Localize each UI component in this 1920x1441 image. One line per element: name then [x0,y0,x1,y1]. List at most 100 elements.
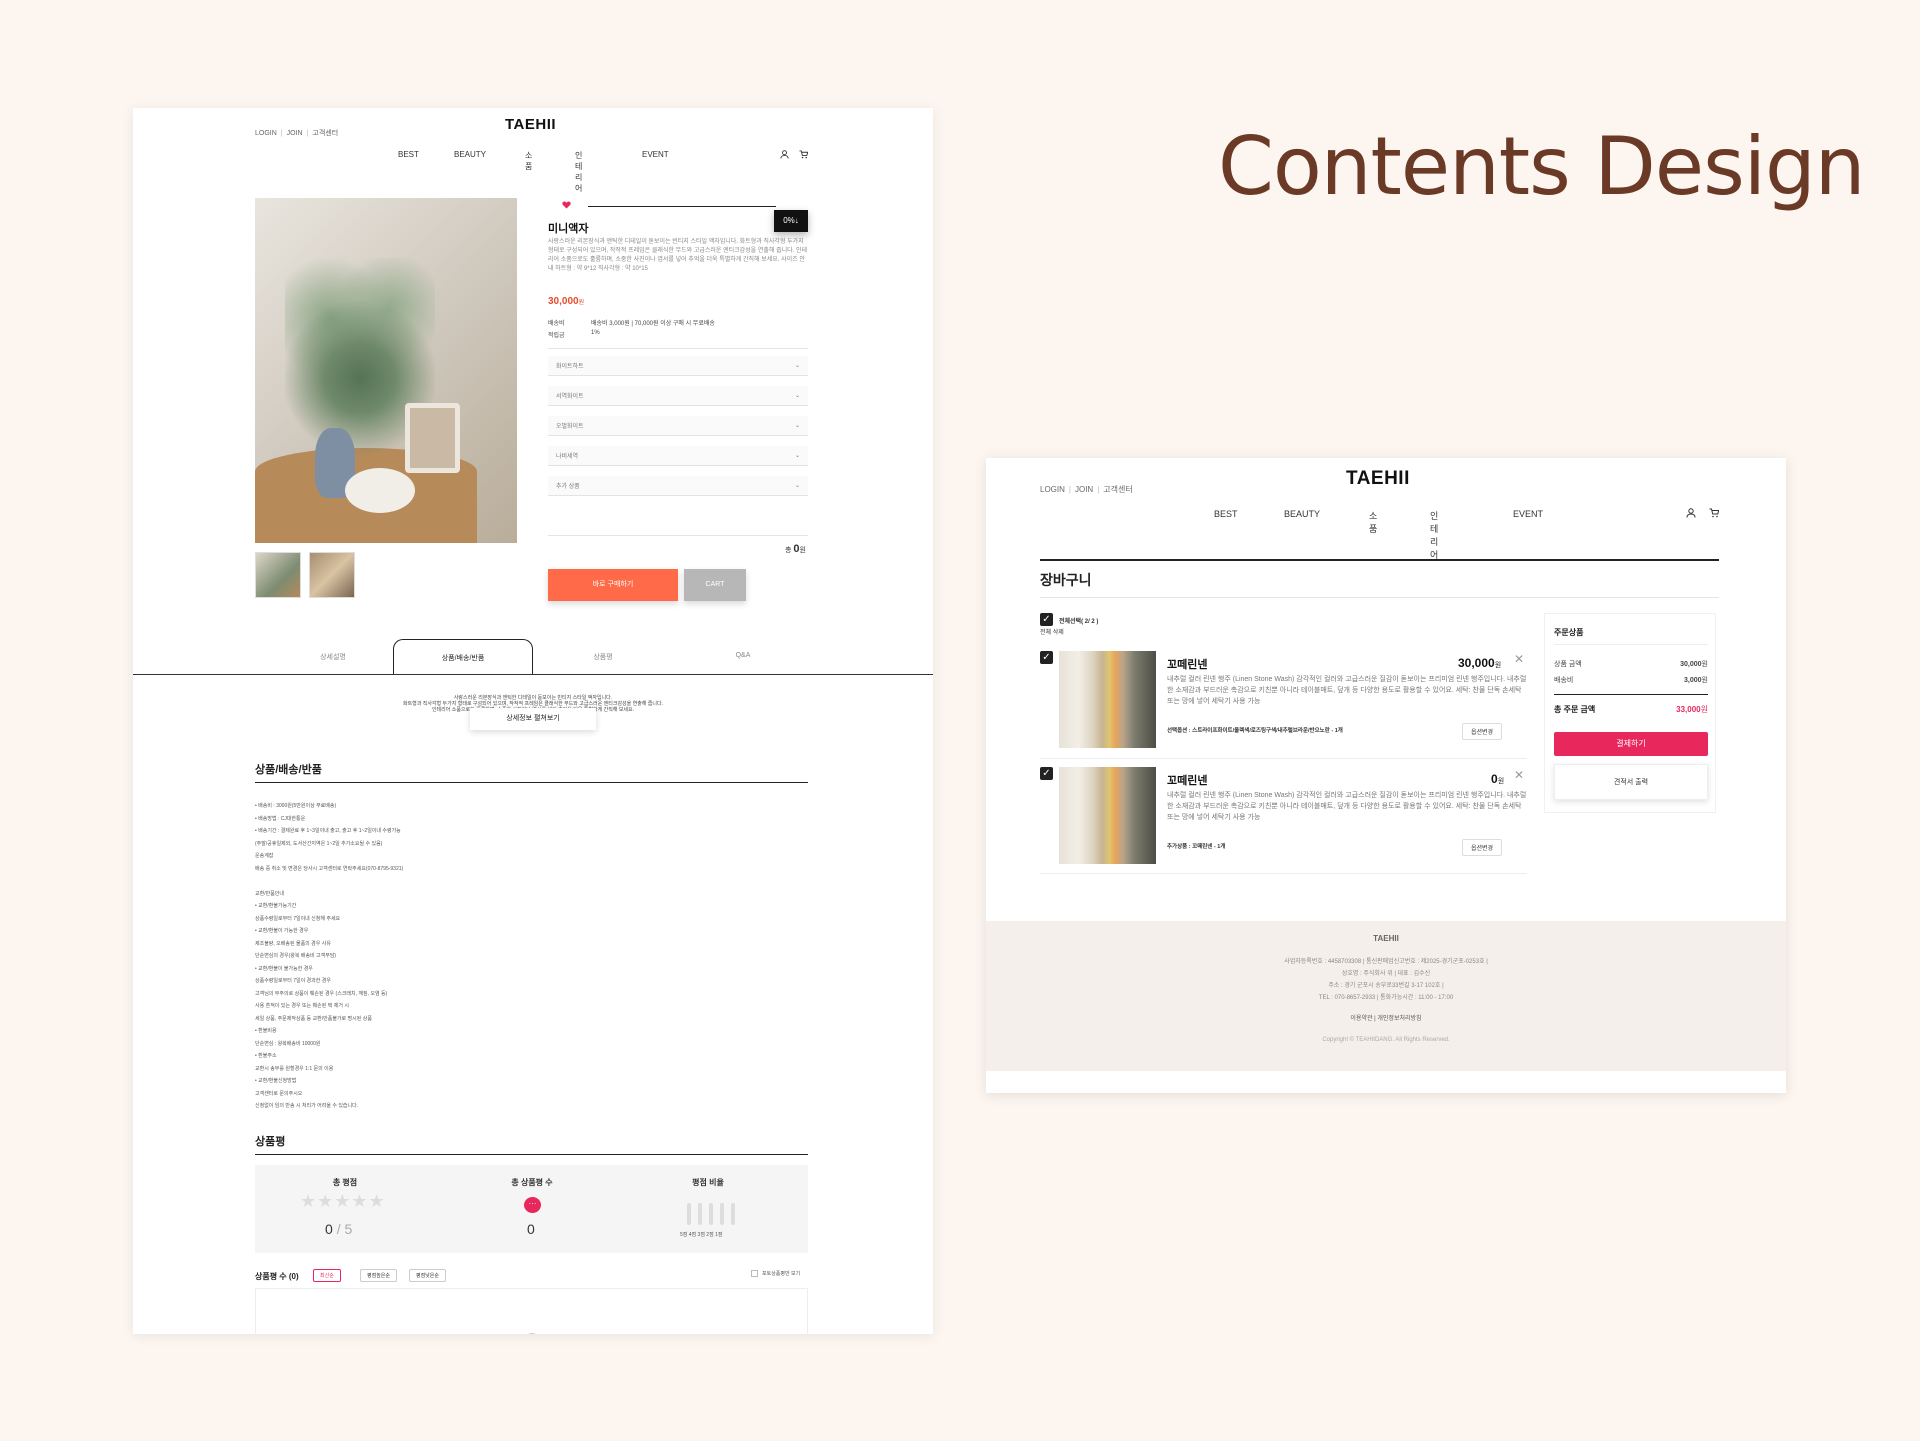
nav-props[interactable]: 소품 [1369,509,1377,535]
checkbox-icon [751,1270,758,1277]
rating-stars: ★★★★★ [300,1191,386,1211]
thumbnail-1[interactable] [255,552,301,598]
thumbnail-2[interactable] [309,552,355,598]
total-divider [548,535,808,536]
chevron-down-icon: ⌄ [794,393,800,399]
close-icon[interactable]: ✕ [1514,768,1524,782]
join-link[interactable]: JOIN [287,130,303,137]
summary-rule [1554,694,1708,695]
cart-icon[interactable] [1709,508,1719,518]
header-links: LOGIN | JOIN | 고객센터 [1040,484,1133,495]
product-description: 사랑스러운 리본장식과 앤틱한 디테일이 돋보이는 빈티지 스타일 액자입니다.… [548,239,808,272]
footer-business-info: 사업자등록번호 : 4458703308 | 통신판매업신고번호 : 제2025… [1284,959,1488,965]
close-icon[interactable]: ✕ [1514,652,1524,666]
footer-links[interactable]: 이용약관 | 개인정보처리방침 [986,1013,1786,1025]
expand-detail-button[interactable]: 상세정보 펼쳐보기 [470,708,596,730]
chevron-down-icon: ⌄ [794,453,800,459]
cart-item-name: 꼬떼린넨 [1167,775,1208,787]
speech-bubble-icon: ··· [524,1197,541,1213]
points-value: 1% [591,330,600,336]
change-option-button[interactable]: 옵션변경 [1462,723,1503,740]
tab-detail[interactable]: 상세설명 [293,652,373,662]
nav-event[interactable]: EVENT [1513,509,1543,519]
ratio-label: 평점 비율 [692,1178,724,1187]
photo-only-toggle[interactable]: 포토상품평만 보기 [751,1270,800,1277]
option-select-extra[interactable]: 추가 상품 ⌄ [548,476,808,496]
pay-button[interactable]: 결제하기 [1554,732,1708,756]
print-quote-button[interactable]: 견적서 출력 [1554,764,1708,800]
login-link[interactable]: LOGIN [1040,485,1065,494]
nav-props[interactable]: 소품 [525,150,532,172]
login-link[interactable]: LOGIN [255,130,277,137]
tab-qna[interactable]: Q&A [703,652,783,659]
heart-icon[interactable] [562,201,571,209]
header-rule [1040,559,1719,561]
points-label: 적립금 [548,333,565,339]
spec-divider [548,348,808,349]
sort-latest[interactable]: 최신순 [313,1269,341,1282]
option-select-1[interactable]: 화이트하트 ⌄ [548,356,808,376]
site-footer: TAEHII 사업자등록번호 : 4458703308 | 통신판매업신고번호 … [986,921,1786,1071]
chevron-down-icon: ⌄ [794,483,800,489]
rating-ratio-bars [687,1203,735,1225]
product-image [255,198,517,543]
logo[interactable]: TAEHII [505,116,556,133]
shipping-value: 배송비 3,000원 | 70,000원 이상 구매 시 무료배송 [591,321,715,327]
nav-beauty[interactable]: BEAUTY [454,150,486,159]
join-link[interactable]: JOIN [1075,485,1093,494]
tab-reviews[interactable]: 상품평 [563,652,643,662]
ratio-ticks: 5점 4점 3점 2점 1점 [680,1232,723,1238]
cart-item-price: 0원 [1491,772,1505,786]
review-section-title: 상품평 [255,1136,286,1148]
footer-contact: TEL : 070-8657-2933 | 통화가능시간 : 11:00 - 1… [1318,995,1454,1001]
page-heading: Contents Design [1218,120,1865,213]
nav-interior[interactable]: 인테리어 [1430,509,1438,561]
nav-best[interactable]: BEST [398,150,419,159]
buy-now-button[interactable]: 바로 구매하기 [548,569,678,601]
footer-company: 상호명 : 주식회사 위 | 대표 : 김수신 [1341,971,1431,977]
cart-title: 장바구니 [1040,572,1092,588]
item-checkbox[interactable]: ✓ [1040,767,1053,780]
option-select-4[interactable]: 나비세역 ⌄ [548,446,808,466]
shipping-section-title: 상품/배송/반품 [255,764,322,776]
change-option-button[interactable]: 옵션변경 [1462,839,1503,856]
cart-icon[interactable] [799,150,808,159]
add-to-cart-button[interactable]: CART [684,569,746,601]
item-checkbox[interactable]: ✓ [1040,651,1053,664]
delete-all-link[interactable]: 전체 삭제 [1040,627,1064,636]
tab-shipping[interactable]: 상품/배송/반품 [393,639,533,675]
item-divider [1040,873,1527,874]
cart-page: LOGIN | JOIN | 고객센터 TAEHII BEST BEAUTY 소품 … [986,458,1786,1093]
title-divider [1040,597,1719,598]
support-link[interactable]: 고객센터 [1103,484,1132,495]
cart-item-option: 추가상품 : 꼬떼린넨 - 1개 [1167,844,1226,850]
review-count: 0 [527,1221,535,1237]
support-link[interactable]: 고객센터 [312,128,338,138]
user-icon[interactable] [1686,508,1696,518]
option-select-2[interactable]: 서역화이트 ⌄ [548,386,808,406]
option-select-3[interactable]: 오벌화이트 ⌄ [548,416,808,436]
product-price: 30,000원 [548,296,585,307]
count-label: 총 상품평 수 [511,1178,553,1187]
sort-low-rating[interactable]: 평점낮은순 [409,1269,447,1282]
shipping-notes: • 배송비 : 3000원(5만원이상 무료배송) • 배송방법 : CJ대한통… [255,803,404,1109]
cart-item-price: 30,000원 [1458,656,1502,670]
header-links: LOGIN | JOIN | 고객센터 [255,128,339,138]
select-all-checkbox[interactable]: ✓ [1040,613,1053,626]
user-icon[interactable] [780,150,789,159]
nav-event[interactable]: EVENT [642,150,669,159]
cart-item-description: 내추럴 컬러 린넨 행주 (Linen Stone Wash) 감각적인 컬러와… [1167,792,1527,821]
sort-high-rating[interactable]: 평점높은순 [360,1269,398,1282]
nav-interior[interactable]: 인테리어 [575,150,582,194]
nav-best[interactable]: BEST [1214,509,1238,519]
review-section-rule [255,1154,808,1155]
product-detail-page: LOGIN | JOIN | 고객센터 TAEHII BEST BEAUTY 소품 … [133,108,933,1334]
item-divider [1040,758,1527,759]
logo[interactable]: TAEHII [1346,468,1410,490]
avg-label: 총 평점 [332,1178,358,1187]
tab-underline [133,674,933,675]
shipping-label: 배송비 [548,321,565,327]
cart-item-image [1059,767,1156,864]
cart-item-name: 꼬떼린넨 [1167,659,1208,671]
nav-beauty[interactable]: BEAUTY [1284,509,1320,519]
